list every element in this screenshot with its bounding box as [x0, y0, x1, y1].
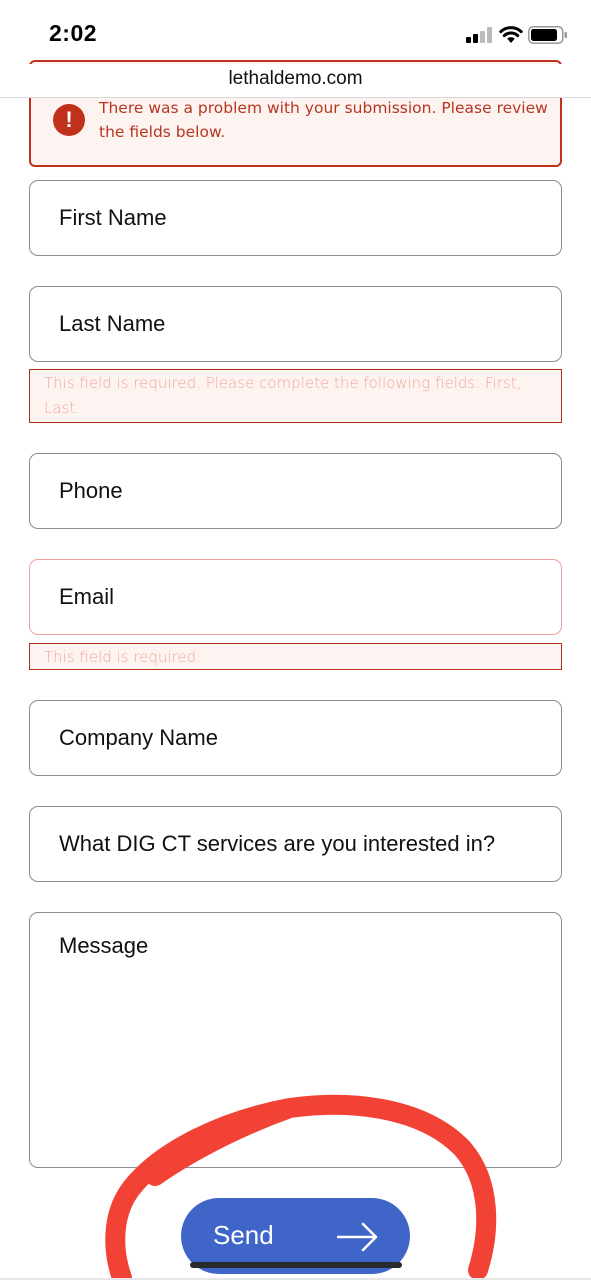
company-name-placeholder: Company Name — [59, 725, 218, 750]
last-name-field[interactable]: Last Name — [29, 286, 562, 362]
email-placeholder: Email — [59, 584, 115, 609]
status-time: 2:02 — [49, 20, 98, 46]
email-validation-message: This field is required. — [29, 643, 562, 670]
phone-field[interactable]: Phone — [29, 453, 562, 529]
status-bar: 2:02 — [0, 0, 591, 64]
send-label: Send — [213, 1220, 274, 1250]
first-name-field[interactable]: First Name — [29, 180, 562, 256]
battery-icon — [528, 26, 567, 44]
message-placeholder: Message — [59, 933, 149, 958]
first-name-placeholder: First Name — [59, 205, 167, 230]
error-message: There was a problem with your submission… — [99, 99, 548, 141]
services-field[interactable]: What DIG CT services are you interested … — [29, 806, 562, 882]
services-placeholder: What DIG CT services are you interested … — [59, 831, 496, 856]
last-name-placeholder: Last Name — [59, 311, 166, 336]
wifi-icon — [499, 26, 523, 43]
url-bar[interactable]: lethaldemo.com — [0, 64, 591, 98]
phone-placeholder: Phone — [59, 478, 123, 503]
message-textarea[interactable]: Message — [29, 912, 562, 1168]
signal-icon — [466, 27, 492, 43]
name-validation-message: This field is required. Please complete … — [29, 369, 562, 423]
home-indicator — [190, 1262, 402, 1268]
company-name-field[interactable]: Company Name — [29, 700, 562, 776]
arrow-right-icon — [337, 1222, 378, 1252]
error-icon: ! — [53, 104, 85, 136]
page: ! There was a problem with your submissi… — [0, 0, 591, 1280]
url-text: lethaldemo.com — [228, 68, 363, 89]
email-field[interactable]: Email — [29, 559, 562, 635]
